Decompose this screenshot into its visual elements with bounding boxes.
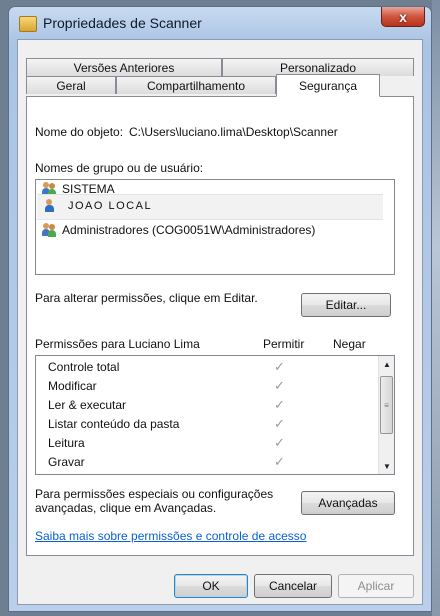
tab-compartilhamento[interactable]: Compartilhamento xyxy=(116,76,276,94)
object-path: C:\Users\luciano.lima\Desktop\Scanner xyxy=(129,125,338,139)
permission-name: Listar conteúdo da pasta xyxy=(48,417,180,431)
user-name: Administradores (COG0051W\Administradore… xyxy=(62,223,316,237)
groups-label: Nomes de grupo ou de usuário: xyxy=(35,161,204,175)
edit-button[interactable]: Editar... xyxy=(301,293,391,317)
cancel-button[interactable]: Cancelar xyxy=(254,574,332,598)
allow-check-icon: ✓ xyxy=(274,454,285,469)
edit-prompt: Para alterar permissões, clique em Edita… xyxy=(35,291,258,305)
permission-name: Modificar xyxy=(48,379,97,393)
list-item-joao-local[interactable]: JOAO LOCAL xyxy=(42,198,152,214)
permission-name: Controle total xyxy=(48,360,120,374)
allow-column-header: Permitir xyxy=(263,337,305,351)
groups-listbox[interactable]: SISTEMA JOAO LOCAL Administradores (COG0… xyxy=(35,179,395,275)
permissions-scrollbar[interactable]: ▲ ≡ ▼ xyxy=(378,356,394,474)
advanced-prompt: Para permissões especiais ou configuraçõ… xyxy=(35,487,273,515)
apply-button: Aplicar xyxy=(338,574,414,598)
tab-geral[interactable]: Geral xyxy=(26,76,116,94)
advanced-prompt-line1: Para permissões especiais ou configuraçõ… xyxy=(35,487,274,501)
permission-row: Gravar ✓ xyxy=(36,453,378,472)
scroll-up-icon[interactable]: ▲ xyxy=(379,356,395,372)
user-name: JOAO LOCAL xyxy=(68,200,153,212)
allow-check-icon: ✓ xyxy=(274,359,285,374)
title-bar[interactable]: Propriedades de Scanner x xyxy=(9,7,431,39)
scrollbar-thumb[interactable]: ≡ xyxy=(380,376,393,434)
desktop-background xyxy=(432,0,440,616)
list-item-administradores[interactable]: Administradores (COG0051W\Administradore… xyxy=(42,222,315,238)
tab-versoes-anteriores[interactable]: Versões Anteriores xyxy=(26,58,222,76)
permission-row: Modificar ✓ xyxy=(36,377,378,396)
group-users-icon xyxy=(42,222,58,238)
window-title: Propriedades de Scanner xyxy=(43,15,202,31)
advanced-prompt-line2: avançadas, clique em Avançadas. xyxy=(35,501,217,515)
security-panel: Nome do objeto: C:\Users\luciano.lima\De… xyxy=(26,96,414,556)
permission-row: Leitura ✓ xyxy=(36,434,378,453)
permission-name: Gravar xyxy=(48,455,85,469)
allow-check-icon: ✓ xyxy=(274,397,285,412)
object-name-label: Nome do objeto: xyxy=(35,125,124,139)
ok-button[interactable]: OK xyxy=(174,574,248,598)
tab-seguranca[interactable]: Segurança xyxy=(276,74,380,97)
permission-row: Listar conteúdo da pasta ✓ xyxy=(36,415,378,434)
permission-row: Controle total ✓ xyxy=(36,358,378,377)
deny-column-header: Negar xyxy=(333,337,366,351)
help-link[interactable]: Saiba mais sobre permissões e controle d… xyxy=(35,529,306,543)
scroll-down-icon[interactable]: ▼ xyxy=(379,458,395,474)
advanced-button[interactable]: Avançadas xyxy=(301,491,395,515)
close-button[interactable]: x xyxy=(381,7,425,27)
folder-icon xyxy=(19,16,37,32)
properties-dialog: Propriedades de Scanner x Versões Anteri… xyxy=(8,6,432,612)
permission-name: Ler & executar xyxy=(48,398,127,412)
user-icon xyxy=(42,198,58,214)
dialog-client-area: Versões Anteriores Personalizado Geral C… xyxy=(17,39,423,605)
permissions-header: Permissões para Luciano Lima xyxy=(35,337,200,351)
allow-check-icon: ✓ xyxy=(274,416,285,431)
allow-check-icon: ✓ xyxy=(274,435,285,450)
permissions-listbox[interactable]: Controle total ✓ Modificar ✓ Ler & executar ✓… xyxy=(35,355,395,475)
permission-name: Leitura xyxy=(48,436,85,450)
allow-check-icon: ✓ xyxy=(274,378,285,393)
permission-row: Ler & executar ✓ xyxy=(36,396,378,415)
